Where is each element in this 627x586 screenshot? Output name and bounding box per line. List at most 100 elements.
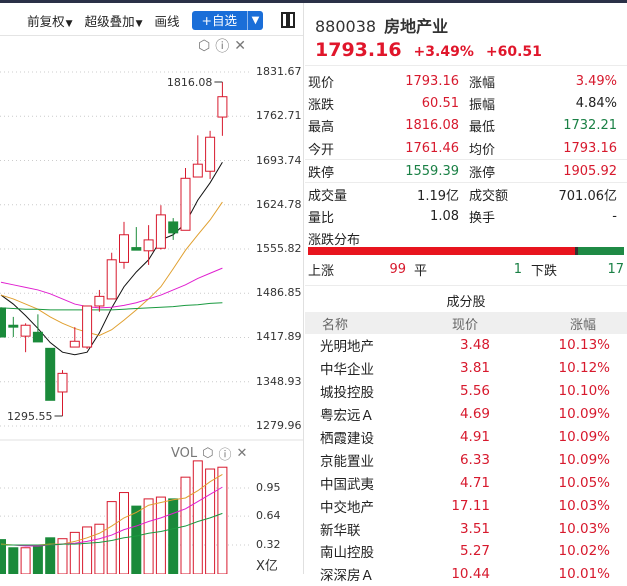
settings-icon[interactable]: ⬡ — [202, 446, 213, 461]
stat-value: 1793.16 — [405, 73, 459, 89]
candle-down — [168, 221, 179, 234]
stat-value: 1905.92 — [563, 163, 617, 179]
stock-price: 4.69 — [459, 406, 490, 423]
up-label: 上涨 — [308, 263, 335, 279]
toggle-panel-icon[interactable] — [281, 12, 295, 28]
stock-change: 10.01% — [558, 566, 610, 583]
stat-label: 今开 — [308, 142, 335, 158]
stock-change: 10.09% — [558, 451, 610, 468]
distribution-up-segment — [308, 247, 576, 255]
stock-row[interactable]: 新华联 3.51 10.03% — [305, 517, 627, 540]
stat-row: 涨跌 60.51 振幅 4.84% — [305, 92, 627, 114]
candle-down — [32, 331, 43, 343]
col-price[interactable]: 现价 — [400, 314, 478, 333]
constituents-title: 成分股 — [446, 295, 486, 310]
adjust-dropdown[interactable]: 前复权▼ — [27, 11, 72, 30]
candle-up — [217, 96, 228, 118]
stock-name: 中华企业 — [320, 362, 374, 379]
stock-price: 6.33 — [459, 451, 490, 468]
quote-header: 880038 房地产业 — [315, 13, 448, 37]
stock-row[interactable]: 栖霞建设 4.91 10.09% — [305, 426, 627, 449]
stat-value: 60.51 — [421, 95, 459, 111]
settings-icon[interactable]: ⬡ — [198, 38, 210, 54]
stock-row[interactable]: 光明地产 3.48 10.13% — [305, 334, 627, 357]
help-icon[interactable]: ⓘ — [215, 36, 229, 56]
vol-tick-label: 0.32 — [256, 538, 281, 552]
stock-name: 京能置业 — [320, 453, 374, 470]
stock-row[interactable]: 中华企业 3.81 10.12% — [305, 357, 627, 380]
volume-bar-up — [143, 498, 154, 574]
col-name[interactable]: 名称 — [305, 314, 400, 333]
stat-value: 1.08 — [430, 209, 459, 225]
stat-value: - — [612, 209, 617, 225]
stock-price: 5.56 — [459, 383, 490, 400]
down-label: 下跌 — [531, 263, 558, 279]
change-amount: +60.51 — [485, 44, 542, 60]
candle-down — [0, 307, 6, 338]
quote-panel: 880038 房地产业 1793.16 +3.49% +60.51 现价 1793.… — [305, 3, 627, 584]
candle-up — [143, 239, 154, 252]
index-name: 房地产业 — [384, 17, 449, 36]
divider — [305, 285, 627, 286]
stock-row[interactable]: 中国武夷 4.71 10.05% — [305, 471, 627, 494]
volume-bar-up — [106, 501, 117, 574]
stat-label: 振幅 — [469, 97, 496, 113]
volume-bar-up — [205, 468, 216, 574]
watchlist-dropdown-icon[interactable]: ▼ — [247, 10, 263, 30]
constituents-list: 光明地产 3.48 10.13% 中华企业 3.81 10.12% 城投控股 5.56 10.1… — [305, 334, 627, 586]
candle-up — [106, 259, 117, 300]
low-price-label: 1295.55 — [7, 410, 53, 423]
stock-price: 17.11 — [451, 497, 490, 514]
candle-up — [94, 295, 105, 307]
panel-divider[interactable] — [303, 3, 304, 574]
stock-row[interactable]: 深深房Ａ 10.44 10.01% — [305, 563, 627, 586]
candle-up — [180, 177, 191, 231]
volume-bar-down — [131, 505, 142, 574]
vol-tick-label: 0.64 — [256, 509, 281, 523]
stock-price: 3.51 — [459, 520, 490, 537]
candle-up — [82, 305, 93, 348]
stock-row[interactable]: 粤宏远Ａ 4.69 10.09% — [305, 403, 627, 426]
close-icon[interactable]: ✕ — [237, 446, 248, 461]
stat-label: 均价 — [469, 142, 496, 158]
volume-bar-up — [155, 496, 166, 574]
adjust-label: 前复权 — [27, 13, 65, 29]
up-count: 99 — [389, 261, 406, 277]
stock-change: 10.13% — [558, 337, 610, 354]
stats-table: 现价 1793.16 涨幅 3.49% 涨跌 60.51 振幅 4.84% 最高 1816.08 最… — [305, 70, 627, 228]
stock-price: 10.44 — [451, 566, 490, 583]
price-tick-label: 1279.96 — [256, 419, 302, 432]
change-percent: +3.49% — [413, 44, 474, 60]
overlay-label: 超级叠加 — [84, 13, 135, 29]
divider — [305, 65, 627, 66]
stock-change: 10.03% — [558, 520, 610, 537]
draw-line-button[interactable]: 画线 — [155, 11, 180, 30]
add-watchlist-group: +自选 ▼ — [191, 10, 263, 30]
stock-row[interactable]: 南山控股 5.27 10.02% — [305, 540, 627, 563]
help-icon[interactable]: ⓘ — [219, 444, 232, 463]
stock-name: 中交地产 — [320, 499, 374, 516]
close-icon[interactable]: ✕ — [234, 38, 246, 54]
stock-row[interactable]: 城投控股 5.56 10.10% — [305, 380, 627, 403]
col-change[interactable]: 涨幅 — [478, 314, 598, 333]
stat-row: 成交量 1.19亿 成交额 701.06亿 — [305, 183, 627, 205]
stock-name: 新华联 — [320, 522, 361, 539]
caret-down-icon: ▼ — [135, 18, 143, 29]
stat-value: 3.49% — [575, 73, 617, 89]
index-code: 880038 — [315, 17, 377, 36]
price-tick-label: 1624.78 — [256, 197, 302, 211]
stat-value: 1761.46 — [405, 140, 459, 156]
stock-name: 中国武夷 — [320, 476, 374, 493]
stat-row: 最高 1816.08 最低 1732.21 — [305, 115, 627, 137]
stock-row[interactable]: 中交地产 17.11 10.03% — [305, 494, 627, 517]
vol-label: VOL — [171, 446, 198, 461]
high-price-label: 1816.08 — [167, 76, 213, 89]
candle-up — [69, 340, 80, 348]
add-watchlist-button[interactable]: +自选 — [191, 10, 247, 30]
overlay-dropdown[interactable]: 超级叠加▼ — [85, 11, 143, 30]
volume-bar-up — [69, 531, 80, 574]
stock-change: 10.03% — [558, 497, 610, 514]
volume-bar-up — [192, 460, 203, 574]
flat-count: 1 — [513, 261, 522, 277]
stock-row[interactable]: 京能置业 6.33 10.09% — [305, 448, 627, 471]
